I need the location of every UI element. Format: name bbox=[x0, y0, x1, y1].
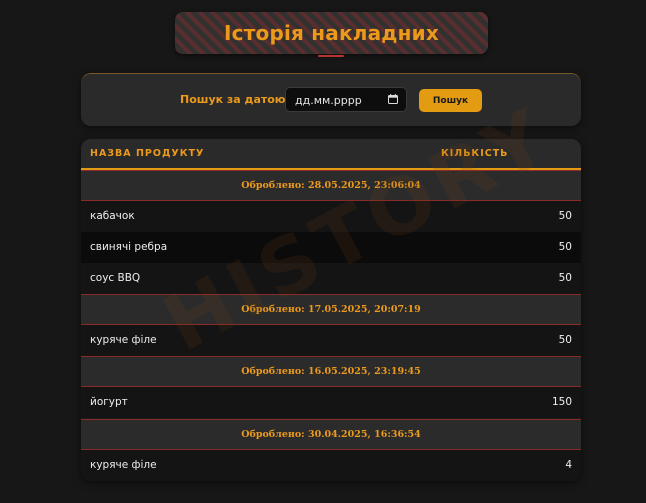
group-row: Оброблено: 16.05.2025, 23:19:45 bbox=[81, 356, 581, 387]
header-product-name: НАЗВА ПРОДУКТУ bbox=[90, 148, 205, 159]
date-input[interactable]: дд.мм.рррр bbox=[285, 87, 407, 112]
table-row: кабачок 50 bbox=[81, 201, 581, 232]
product-quantity: 150 bbox=[551, 396, 572, 408]
calendar-icon[interactable] bbox=[388, 94, 398, 104]
page-title: Історія накладних bbox=[224, 21, 439, 45]
product-name: свинячі ребра bbox=[90, 241, 168, 253]
table-row: куряче філе 4 bbox=[81, 450, 581, 481]
search-label: Пошук за датою: bbox=[180, 93, 290, 106]
title-underline bbox=[318, 55, 344, 57]
product-quantity: 50 bbox=[558, 272, 572, 284]
product-name: куряче філе bbox=[90, 334, 157, 346]
product-quantity: 50 bbox=[558, 210, 572, 222]
product-name: соус BBQ bbox=[90, 272, 141, 284]
invoice-history-table: НАЗВА ПРОДУКТУ КІЛЬКІСТЬ Оброблено: 28.0… bbox=[81, 139, 581, 481]
product-quantity: 4 bbox=[565, 459, 572, 471]
product-name: куряче філе bbox=[90, 459, 157, 471]
date-input-value: дд.мм.рррр bbox=[295, 94, 362, 107]
table-row: соус BBQ 50 bbox=[81, 263, 581, 294]
group-row: Оброблено: 28.05.2025, 23:06:04 bbox=[81, 170, 581, 201]
table-header: НАЗВА ПРОДУКТУ КІЛЬКІСТЬ bbox=[81, 139, 581, 170]
processed-timestamp: Оброблено: 16.05.2025, 23:19:45 bbox=[241, 366, 421, 377]
product-name: йогурт bbox=[90, 396, 128, 408]
processed-timestamp: Оброблено: 30.04.2025, 16:36:54 bbox=[241, 429, 421, 440]
search-button[interactable]: Пошук bbox=[419, 89, 482, 112]
processed-timestamp: Оброблено: 28.05.2025, 23:06:04 bbox=[241, 180, 421, 191]
header-quantity: КІЛЬКІСТЬ bbox=[441, 148, 509, 159]
group-row: Оброблено: 30.04.2025, 16:36:54 bbox=[81, 419, 581, 450]
table-row: свинячі ребра 50 bbox=[81, 232, 581, 263]
table-row: йогурт 150 bbox=[81, 387, 581, 418]
product-name: кабачок bbox=[90, 210, 135, 222]
processed-timestamp: Оброблено: 17.05.2025, 20:07:19 bbox=[241, 304, 421, 315]
table-row: куряче філе 50 bbox=[81, 325, 581, 356]
product-quantity: 50 bbox=[558, 241, 572, 253]
page-title-banner: Історія накладних bbox=[175, 12, 488, 54]
group-row: Оброблено: 17.05.2025, 20:07:19 bbox=[81, 294, 581, 325]
search-panel: Пошук за датою: дд.мм.рррр Пошук bbox=[81, 73, 581, 126]
page: Історія накладних Пошук за датою: дд.мм.… bbox=[0, 0, 646, 503]
product-quantity: 50 bbox=[558, 334, 572, 346]
